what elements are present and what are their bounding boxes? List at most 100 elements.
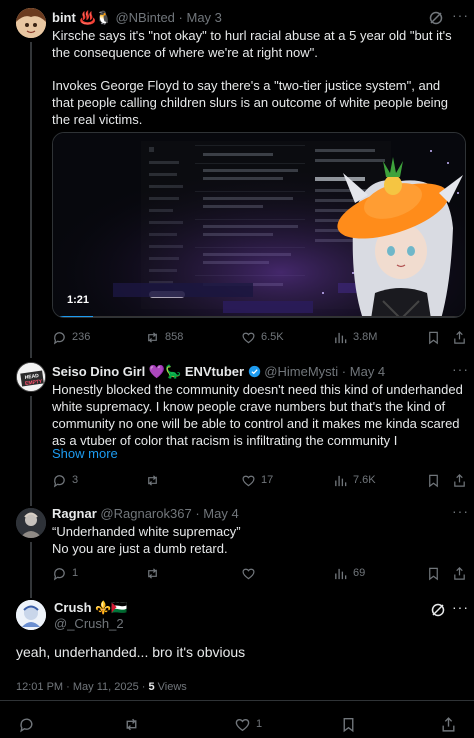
grok-icon[interactable] [430,602,446,618]
post-timestamp: 12:01 PM · May 11, 2025 · 5 Views [16,681,187,693]
share-button[interactable] [440,715,457,733]
reply-button[interactable]: 3 [52,471,78,489]
post-text: Honestly blocked the community doesn't n… [52,382,463,448]
display-name[interactable]: Seiso Dino Girl [52,364,145,379]
reply-button[interactable] [18,715,40,733]
share-icon [442,716,455,732]
repost-button[interactable]: 858 [145,328,183,346]
post-actions: 3 17 7.6K [52,471,468,489]
post-actions: 236 858 6.5K 3.8M [52,328,468,346]
display-name[interactable]: Ragnar [52,506,97,521]
share-icon [454,473,465,487]
name-emoji: ⚜️🇵🇸 [95,600,128,615]
post-text: Kirsche says it's "not okay" to hurl rac… [52,28,452,127]
avatar[interactable] [16,8,46,38]
more-options-icon[interactable]: ··· [452,8,468,26]
heart-icon [235,718,250,731]
heart-icon [242,568,255,579]
repost-icon [148,567,157,579]
bookmark-button[interactable] [426,564,441,582]
post-date[interactable]: May 4 [350,364,385,379]
handle[interactable]: @HimeMysti [264,364,338,379]
name-emoji: 💜🦕 [148,364,182,379]
post-actions: 1 69 [52,564,468,582]
repost-button[interactable] [123,715,145,733]
handle[interactable]: @Ragnarok367 [100,506,191,521]
post-text: yeah, underhanded... bro it's obvious [16,644,246,660]
repost-button[interactable] [145,471,165,489]
display-name[interactable]: bint [52,10,76,25]
post-text: “Underhanded white supremacy” No you are… [52,524,241,556]
post-date[interactable]: May 4 [203,506,238,521]
more-options-icon[interactable]: ··· [452,600,468,618]
share-icon [454,330,465,344]
divider [0,700,474,701]
bookmark-button[interactable] [426,471,441,489]
repost-button[interactable] [145,564,165,582]
verified-badge-icon [248,365,260,378]
share-button[interactable] [452,328,467,346]
avatar[interactable]: HEAD EMPTY [16,362,46,392]
avatar[interactable] [16,600,46,630]
heart-icon [242,475,255,486]
bookmark-icon [429,474,438,487]
bookmark-icon [429,331,438,344]
like-button[interactable]: 6.5K [241,328,284,346]
video-player[interactable]: 1:21 [52,132,466,318]
share-button[interactable] [452,564,467,582]
post-header: Seiso Dino Girl 💜🦕 ENVtuber @HimeMysti ·… [52,364,386,379]
grok-icon[interactable] [428,10,444,26]
more-options-icon[interactable]: ··· [452,362,468,380]
views-icon [335,475,347,486]
more-options-icon[interactable]: ··· [452,504,468,522]
reply-icon [53,474,65,487]
views-icon [335,332,347,343]
thread-line [30,42,32,350]
reply-icon [53,567,65,580]
bookmark-button[interactable] [426,328,441,346]
reply-icon [20,718,33,732]
heart-icon [242,332,255,343]
share-button[interactable] [452,471,467,489]
thread-line [30,350,32,358]
thread-line [30,498,32,506]
post-header: bint ♨️🐧 @NBinted · May 3 [52,10,222,25]
post-header: Crush ⚜️🇵🇸 [54,600,128,616]
repost-icon [126,718,137,730]
share-icon [454,566,465,580]
show-more-link[interactable]: Show more [52,445,118,462]
like-button[interactable] [241,564,261,582]
post-date[interactable]: May 3 [187,10,222,25]
reply-icon [53,331,65,344]
video-frame [53,133,465,317]
views-button[interactable]: 69 [333,564,365,582]
views-button[interactable]: 7.6K [333,471,376,489]
name-emoji: ♨️🐧 [79,10,112,25]
display-name-suffix[interactable]: ENVtuber [185,364,244,379]
bookmark-icon [429,567,438,580]
like-button[interactable]: 17 [241,471,273,489]
bookmark-button[interactable] [340,715,357,733]
avatar[interactable] [16,508,46,538]
reply-button[interactable]: 236 [52,328,90,346]
post-ragnarok367[interactable]: Ragnar @Ragnarok367 · May 4 ··· “Underha… [0,498,474,588]
reply-button[interactable]: 1 [52,564,78,582]
post-nbinted[interactable]: bint ♨️🐧 @NBinted · May 3 ··· Kirsche sa… [0,0,474,350]
post-actions: 1 [18,715,458,733]
views-icon [335,568,347,579]
repost-icon [148,474,157,486]
thread-line [30,542,32,588]
like-button[interactable]: 1 [234,715,262,733]
display-name[interactable]: Crush [54,600,92,615]
thread-line [30,588,32,598]
repost-icon [148,331,157,343]
post-himemysti[interactable]: HEAD EMPTY Seiso Dino Girl 💜🦕 ENVtuber @… [0,350,474,498]
post-header: Ragnar @Ragnarok367 · May 4 [52,506,239,521]
post-crush-focused: Crush ⚜️🇵🇸 @_Crush_2 ··· yeah, underhand… [0,588,474,738]
views-button[interactable]: 3.8M [333,328,377,346]
handle[interactable]: @_Crush_2 [54,616,124,632]
handle[interactable]: @NBinted [115,10,174,25]
bookmark-icon [343,717,354,732]
thread-line [30,396,32,498]
video-duration: 1:21 [67,294,90,306]
